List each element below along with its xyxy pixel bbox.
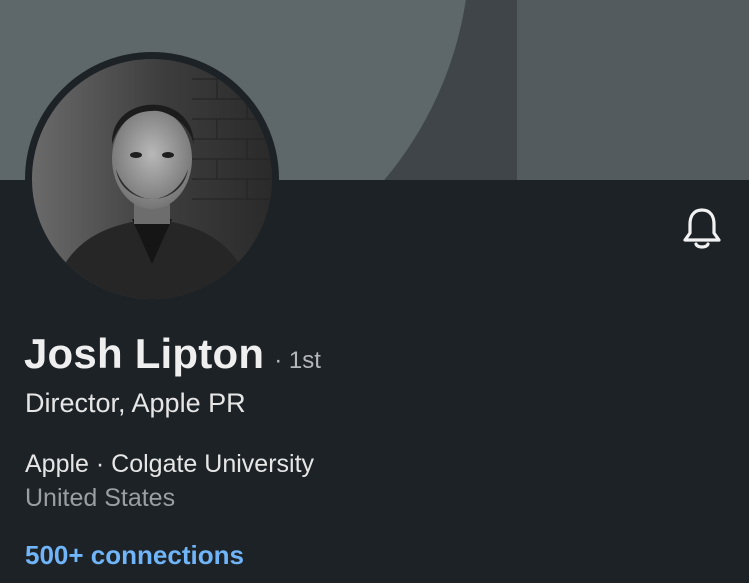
- connection-degree: · 1st: [274, 347, 321, 374]
- profile-location: United States: [25, 484, 176, 512]
- profile-name: Josh Lipton: [24, 330, 265, 377]
- name-row: Josh Lipton · 1st: [24, 330, 321, 378]
- profile-headline: Director, Apple PR: [25, 388, 246, 418]
- avatar-photo: [32, 59, 272, 299]
- connections-link[interactable]: 500+ connections: [25, 540, 244, 571]
- profile-org[interactable]: Apple · Colgate University: [25, 450, 314, 479]
- cover-panel-shape: [517, 0, 749, 180]
- avatar[interactable]: [25, 52, 279, 306]
- bell-icon[interactable]: [681, 206, 723, 250]
